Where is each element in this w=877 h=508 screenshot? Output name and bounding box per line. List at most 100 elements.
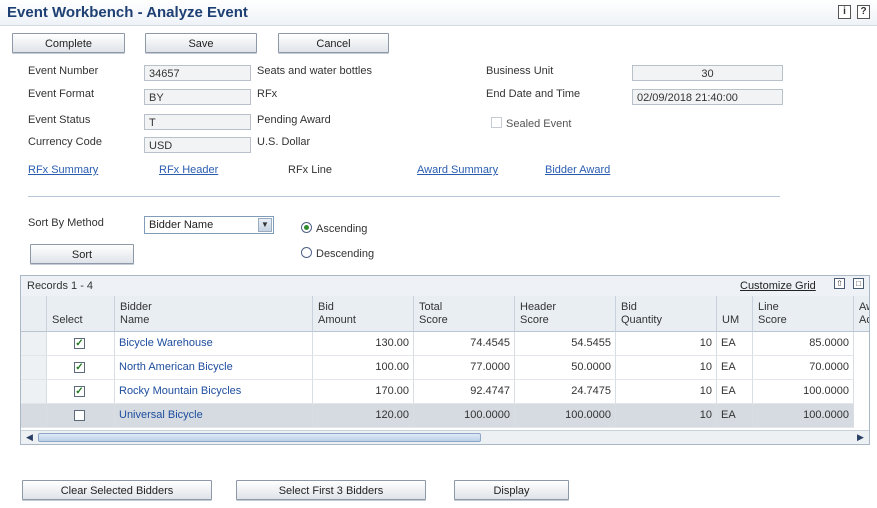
event-format-desc: RFx xyxy=(257,88,278,100)
sealed-event-checkbox xyxy=(491,117,502,128)
rfx-summary-link[interactable]: RFx Summary xyxy=(28,164,98,176)
row-select-checkbox[interactable]: ✓ xyxy=(74,338,85,349)
col-bid-quantity[interactable]: Bid Quantity xyxy=(616,296,717,332)
bidder-name-cell[interactable]: North American Bicycle xyxy=(115,356,313,380)
header-score-cell: 100.0000 xyxy=(515,404,616,428)
bid-quantity-cell: 10 xyxy=(616,332,717,356)
descending-label: Descending xyxy=(316,248,375,260)
um-cell: EA xyxy=(717,332,753,356)
header-score-cell: 50.0000 xyxy=(515,356,616,380)
row-header[interactable] xyxy=(21,356,47,380)
info-icon[interactable]: i xyxy=(838,5,851,19)
row-select-checkbox[interactable]: ✓ xyxy=(74,386,85,397)
row-header[interactable] xyxy=(21,404,47,428)
save-button[interactable]: Save xyxy=(145,33,257,53)
business-unit-label: Business Unit xyxy=(486,65,554,77)
col-total-score[interactable]: Total Score xyxy=(414,296,515,332)
bid-quantity-cell: 10 xyxy=(616,356,717,380)
event-format-field: BY xyxy=(144,89,251,105)
currency-desc: U.S. Dollar xyxy=(257,136,311,148)
col-bid-amount-l1: Bid xyxy=(318,301,334,313)
display-button[interactable]: Display xyxy=(454,480,569,500)
bidder-name-cell[interactable]: Bicycle Warehouse xyxy=(115,332,313,356)
row-select-checkbox[interactable]: ✓ xyxy=(74,362,85,373)
col-bidder-name-l1: Bidder xyxy=(120,301,152,313)
ascending-radio[interactable] xyxy=(301,222,312,233)
col-um[interactable]: UM xyxy=(717,296,753,332)
bid-amount-cell: 100.00 xyxy=(313,356,414,380)
col-bid-quantity-l2: Quantity xyxy=(621,314,662,326)
page-title: Event Workbench - Analyze Event xyxy=(7,4,248,21)
col-select-l1 xyxy=(52,301,114,314)
end-date-label: End Date and Time xyxy=(486,88,581,100)
row-select-checkbox[interactable] xyxy=(74,410,85,421)
sort-method-select[interactable]: Bidder Name ▼ xyxy=(144,216,274,234)
sort-method-value: Bidder Name xyxy=(149,219,214,231)
total-score-cell: 77.0000 xyxy=(414,356,515,380)
col-select-l2: Select xyxy=(52,314,83,326)
col-header-score-l2: Score xyxy=(520,314,549,326)
select-cell xyxy=(47,404,115,428)
col-bidder-name[interactable]: Bidder Name xyxy=(115,296,313,332)
col-line-score-l1: Line xyxy=(758,301,779,313)
bidder-award-link[interactable]: Bidder Award xyxy=(545,164,610,176)
chevron-down-icon[interactable]: ▼ xyxy=(258,218,272,232)
select-cell: ✓ xyxy=(47,332,115,356)
event-format-label: Event Format xyxy=(28,88,95,100)
bidders-grid: Records 1 - 4 Customize Grid ⇧ □ Select … xyxy=(20,275,870,445)
bidder-name-cell[interactable]: Universal Bicycle xyxy=(115,404,313,428)
rfx-line-label: RFx Line xyxy=(288,164,333,176)
total-score-cell: 92.4747 xyxy=(414,380,515,404)
export-icon[interactable]: ⇧ xyxy=(834,278,845,289)
event-number-field: 34657 xyxy=(144,65,251,81)
bid-quantity-cell: 10 xyxy=(616,404,717,428)
total-score-cell: 100.0000 xyxy=(414,404,515,428)
sealed-event-label: Sealed Event xyxy=(506,118,572,130)
clear-selected-bidders-button[interactable]: Clear Selected Bidders xyxy=(22,480,212,500)
col-header-score[interactable]: Header Score xyxy=(515,296,616,332)
complete-button[interactable]: Complete xyxy=(12,33,125,53)
event-status-field: T xyxy=(144,114,251,130)
horizontal-scrollbar[interactable]: ◀ ▶ xyxy=(21,430,869,444)
line-score-cell: 100.0000 xyxy=(753,380,854,404)
sort-button[interactable]: Sort xyxy=(30,244,134,264)
header-score-cell: 24.7475 xyxy=(515,380,616,404)
records-count: Records 1 - 4 xyxy=(27,280,94,292)
scroll-left-icon[interactable]: ◀ xyxy=(23,432,36,443)
bidder-name-cell[interactable]: Rocky Mountain Bicycles xyxy=(115,380,313,404)
grid-header-bar: Records 1 - 4 Customize Grid ⇧ □ xyxy=(21,276,869,297)
col-line-score[interactable]: Line Score xyxy=(753,296,854,332)
select-first-3-bidders-button[interactable]: Select First 3 Bidders xyxy=(236,480,426,500)
maximize-icon[interactable]: □ xyxy=(853,278,864,289)
event-status-label: Event Status xyxy=(28,114,91,126)
rfx-header-link[interactable]: RFx Header xyxy=(159,164,218,176)
um-cell: EA xyxy=(717,404,753,428)
col-award[interactable]: Aw Ac xyxy=(854,296,869,332)
col-award-l1: Aw xyxy=(859,301,869,313)
help-icon[interactable]: ? xyxy=(857,5,870,19)
row-header[interactable] xyxy=(21,380,47,404)
col-total-score-l1: Total xyxy=(419,301,443,313)
col-header-score-l1: Header xyxy=(520,301,557,313)
col-bidder-name-l2: Name xyxy=(120,314,150,326)
award-summary-link[interactable]: Award Summary xyxy=(417,164,498,176)
line-score-cell: 100.0000 xyxy=(753,404,854,428)
header-score-cell: 54.5455 xyxy=(515,332,616,356)
col-award-l2: Ac xyxy=(859,314,869,326)
scroll-right-icon[interactable]: ▶ xyxy=(854,432,867,443)
col-bid-quantity-l1: Bid xyxy=(621,301,637,313)
row-header-column xyxy=(21,296,47,332)
cancel-button[interactable]: Cancel xyxy=(278,33,389,53)
scroll-thumb[interactable] xyxy=(38,433,481,442)
descending-radio[interactable] xyxy=(301,247,312,258)
customize-grid-link[interactable]: Customize Grid xyxy=(740,280,816,292)
row-header[interactable] xyxy=(21,332,47,356)
bid-amount-cell: 170.00 xyxy=(313,380,414,404)
total-score-cell: 74.4545 xyxy=(414,332,515,356)
line-score-cell: 85.0000 xyxy=(753,332,854,356)
bid-amount-cell: 130.00 xyxy=(313,332,414,356)
bid-quantity-cell: 10 xyxy=(616,380,717,404)
col-um-l2: UM xyxy=(722,314,740,326)
col-bid-amount[interactable]: Bid Amount xyxy=(313,296,414,332)
end-date-field: 02/09/2018 21:40:00 xyxy=(632,89,783,105)
